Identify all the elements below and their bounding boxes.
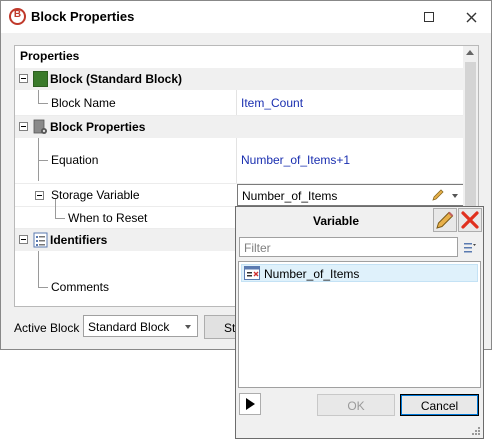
resize-grip-icon[interactable] bbox=[471, 426, 481, 436]
property-name: When to Reset bbox=[68, 211, 148, 225]
close-popup-button[interactable] bbox=[458, 208, 482, 232]
scroll-up-icon[interactable] bbox=[466, 50, 474, 55]
category-label: Block Properties bbox=[50, 120, 146, 134]
partial-button-label: St bbox=[224, 321, 236, 335]
block-gear-icon bbox=[33, 119, 47, 134]
property-name: Equation bbox=[51, 153, 99, 167]
chevron-down-icon[interactable] bbox=[452, 194, 458, 198]
pencil-icon bbox=[436, 211, 454, 229]
title-bar: Block Properties bbox=[1, 1, 491, 33]
filter-placeholder: Filter bbox=[244, 241, 271, 255]
cancel-button[interactable]: Cancel bbox=[400, 394, 479, 416]
filter-options-icon[interactable] bbox=[462, 239, 478, 255]
chevron-down-icon bbox=[185, 325, 191, 329]
collapse-toggle-icon[interactable] bbox=[19, 235, 28, 244]
list-icon bbox=[33, 232, 48, 248]
property-row-equation[interactable]: Equation Number_of_Items+1 bbox=[15, 153, 464, 175]
collapse-toggle-icon[interactable] bbox=[19, 74, 28, 83]
close-window-button[interactable] bbox=[455, 5, 487, 29]
property-name: Block Name bbox=[51, 96, 116, 110]
close-icon bbox=[466, 12, 476, 22]
properties-header: Properties bbox=[20, 49, 80, 63]
active-block-value: Standard Block bbox=[88, 320, 170, 334]
popup-title: Variable bbox=[312, 214, 360, 228]
property-value[interactable]: Number_of_Items+1 bbox=[241, 153, 350, 167]
app-logo-icon bbox=[9, 8, 26, 25]
active-block-select[interactable]: Standard Block bbox=[83, 315, 198, 337]
filter-input[interactable]: Filter bbox=[239, 237, 458, 257]
maximize-icon bbox=[424, 12, 434, 22]
pencil-icon[interactable] bbox=[431, 188, 445, 202]
variable-popup: Variable Filter Number_of_Items OK Cance… bbox=[235, 206, 484, 439]
scroll-thumb[interactable] bbox=[465, 62, 476, 222]
variable-icon bbox=[244, 266, 260, 280]
list-item[interactable]: Number_of_Items bbox=[241, 264, 478, 282]
list-item-label: Number_of_Items bbox=[264, 267, 360, 281]
property-value[interactable]: Item_Count bbox=[241, 96, 303, 110]
edit-variable-button[interactable] bbox=[433, 208, 457, 232]
maximize-button[interactable] bbox=[413, 5, 445, 29]
category-block[interactable]: Block (Standard Block) bbox=[15, 68, 464, 90]
category-label: Identifiers bbox=[50, 233, 108, 247]
collapse-toggle-icon[interactable] bbox=[19, 122, 28, 131]
play-button[interactable] bbox=[239, 393, 261, 415]
close-icon bbox=[461, 211, 479, 229]
property-name: Comments bbox=[51, 280, 110, 294]
category-label: Block (Standard Block) bbox=[50, 72, 183, 86]
green-block-icon bbox=[33, 71, 48, 87]
storage-variable-value: Number_of_Items bbox=[242, 189, 338, 203]
ok-button[interactable]: OK bbox=[317, 394, 395, 416]
property-name: Storage Variable bbox=[51, 188, 140, 202]
category-block-properties[interactable]: Block Properties bbox=[15, 116, 464, 138]
window-title: Block Properties bbox=[31, 9, 135, 24]
variable-list: Number_of_Items bbox=[238, 261, 481, 388]
storage-variable-combo[interactable]: Number_of_Items bbox=[237, 184, 464, 206]
active-block-label: Active Block bbox=[14, 321, 80, 335]
